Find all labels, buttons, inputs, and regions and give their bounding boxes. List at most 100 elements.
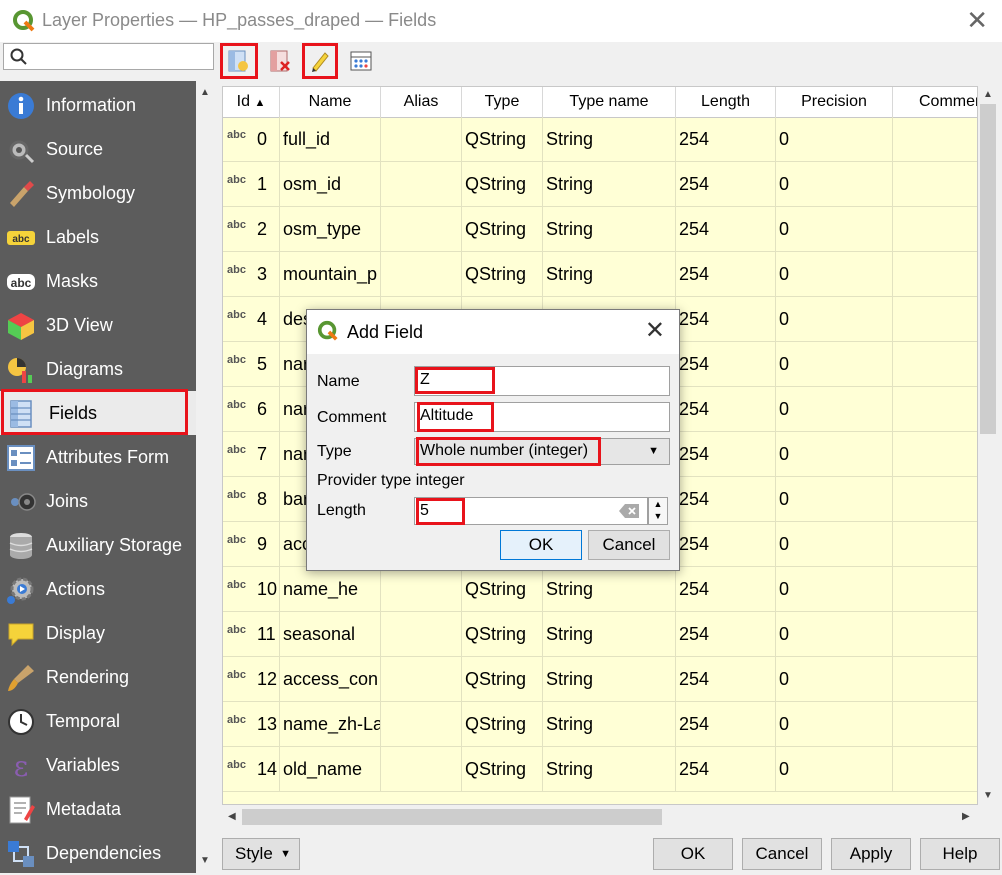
table-cell-type[interactable]: QString	[462, 612, 543, 657]
sidebar-item-information[interactable]: Information	[0, 83, 196, 127]
sidebar-item-3d-view[interactable]: 3D View	[0, 303, 196, 347]
table-cell-id[interactable]: abc 7	[223, 432, 280, 477]
table-cell-comment[interactable]	[893, 522, 977, 567]
table-cell-precision[interactable]: 0	[776, 432, 893, 477]
table-cell-precision[interactable]: 0	[776, 567, 893, 612]
style-button[interactable]: Style ▼	[222, 838, 300, 870]
table-cell-length[interactable]: 254	[676, 612, 776, 657]
scroll-thumb[interactable]	[242, 809, 662, 825]
table-cell-precision[interactable]: 0	[776, 387, 893, 432]
table-cell-precision[interactable]: 0	[776, 477, 893, 522]
table-cell-length[interactable]: 254	[676, 297, 776, 342]
table-cell-name[interactable]: osm_type	[280, 207, 381, 252]
table-cell-comment[interactable]	[893, 387, 977, 432]
sidebar-item-attributes-form[interactable]: Attributes Form	[0, 435, 196, 479]
table-cell-id[interactable]: abc 9	[223, 522, 280, 567]
table-cell-alias[interactable]	[381, 252, 462, 297]
table-cell-alias[interactable]	[381, 747, 462, 792]
table-cell-type-name[interactable]: String	[543, 162, 676, 207]
table-cell-id[interactable]: abc 13	[223, 702, 280, 747]
table-row[interactable]: abc 2 osm_type QString String 254 0	[223, 207, 977, 252]
scroll-right-arrow-icon[interactable]: ▶	[962, 811, 970, 822]
table-cell-precision[interactable]: 0	[776, 297, 893, 342]
sidebar-item-rendering[interactable]: Rendering	[0, 655, 196, 699]
table-cell-name[interactable]: seasonal	[280, 612, 381, 657]
table-cell-type[interactable]: QString	[462, 702, 543, 747]
clear-icon[interactable]	[619, 504, 639, 518]
ok-button[interactable]: OK	[653, 838, 733, 870]
table-cell-id[interactable]: abc 4	[223, 297, 280, 342]
scroll-up-arrow-icon[interactable]: ▲	[200, 87, 210, 98]
field-calculator-button[interactable]	[345, 45, 377, 77]
length-spin-arrows[interactable]: ▲ ▼	[648, 497, 668, 525]
table-cell-alias[interactable]	[381, 702, 462, 747]
table-cell-name[interactable]: osm_id	[280, 162, 381, 207]
table-cell-id[interactable]: abc 0	[223, 117, 280, 162]
table-cell-id[interactable]: abc 10	[223, 567, 280, 612]
table-cell-length[interactable]: 254	[676, 702, 776, 747]
search-input[interactable]	[3, 43, 214, 70]
close-icon[interactable]: ✕	[966, 6, 988, 34]
table-cell-precision[interactable]: 0	[776, 522, 893, 567]
table-cell-type-name[interactable]: String	[543, 207, 676, 252]
sidebar-item-auxiliary-storage[interactable]: Auxiliary Storage	[0, 523, 196, 567]
table-cell-precision[interactable]: 0	[776, 702, 893, 747]
table-cell-alias[interactable]	[381, 162, 462, 207]
sidebar-item-fields[interactable]: Fields	[0, 391, 196, 435]
table-cell-length[interactable]: 254	[676, 162, 776, 207]
table-cell-length[interactable]: 254	[676, 342, 776, 387]
table-cell-precision[interactable]: 0	[776, 612, 893, 657]
table-row[interactable]: abc 11 seasonal QString String 254 0	[223, 612, 977, 657]
name-field[interactable]: Z	[414, 366, 670, 396]
table-cell-type[interactable]: QString	[462, 747, 543, 792]
table-cell-alias[interactable]	[381, 207, 462, 252]
sidebar-item-diagrams[interactable]: Diagrams	[0, 347, 196, 391]
table-cell-id[interactable]: abc 1	[223, 162, 280, 207]
table-cell-length[interactable]: 254	[676, 657, 776, 702]
table-cell-precision[interactable]: 0	[776, 252, 893, 297]
column-header-name[interactable]: Name	[280, 87, 381, 117]
table-cell-type-name[interactable]: String	[543, 117, 676, 162]
column-header-precision[interactable]: Precision	[776, 87, 893, 117]
spin-up-icon[interactable]: ▲	[654, 499, 663, 509]
table-cell-comment[interactable]	[893, 702, 977, 747]
scroll-up-arrow-icon[interactable]: ▲	[983, 89, 993, 100]
column-header-length[interactable]: Length	[676, 87, 776, 117]
sidebar-item-symbology[interactable]: Symbology	[0, 171, 196, 215]
scroll-left-arrow-icon[interactable]: ◀	[228, 811, 236, 822]
table-vertical-scrollbar[interactable]: ▲ ▼	[978, 86, 998, 805]
table-cell-length[interactable]: 254	[676, 432, 776, 477]
table-cell-id[interactable]: abc 12	[223, 657, 280, 702]
scroll-thumb[interactable]	[980, 104, 996, 434]
sidebar-item-dependencies[interactable]: Dependencies	[0, 831, 196, 875]
column-header-alias[interactable]: Alias	[381, 87, 462, 117]
sidebar-scrollbar[interactable]: ▲ ▼	[196, 81, 216, 873]
type-select[interactable]: Whole number (integer) ▼	[414, 438, 670, 465]
cancel-button[interactable]: Cancel	[742, 838, 822, 870]
table-cell-length[interactable]: 254	[676, 207, 776, 252]
table-cell-type-name[interactable]: String	[543, 252, 676, 297]
scroll-down-arrow-icon[interactable]: ▼	[983, 790, 993, 801]
table-cell-alias[interactable]	[381, 567, 462, 612]
table-cell-precision[interactable]: 0	[776, 657, 893, 702]
table-cell-id[interactable]: abc 14	[223, 747, 280, 792]
sidebar-item-variables[interactable]: ε Variables	[0, 743, 196, 787]
table-cell-type-name[interactable]: String	[543, 702, 676, 747]
table-cell-comment[interactable]	[893, 432, 977, 477]
table-cell-name[interactable]: full_id	[280, 117, 381, 162]
spin-down-icon[interactable]: ▼	[654, 511, 663, 521]
comment-field[interactable]: Altitude	[414, 402, 670, 432]
dialog-ok-button[interactable]: OK	[500, 530, 582, 560]
table-cell-type[interactable]: QString	[462, 252, 543, 297]
new-field-button[interactable]	[222, 45, 254, 77]
column-header-id[interactable]: Id ▲	[223, 87, 280, 117]
table-cell-id[interactable]: abc 8	[223, 477, 280, 522]
table-cell-comment[interactable]	[893, 252, 977, 297]
table-cell-type-name[interactable]: String	[543, 612, 676, 657]
table-row[interactable]: abc 10 name_he QString String 254 0	[223, 567, 977, 612]
table-cell-comment[interactable]	[893, 342, 977, 387]
table-cell-length[interactable]: 254	[676, 567, 776, 612]
table-cell-comment[interactable]	[893, 477, 977, 522]
table-cell-id[interactable]: abc 11	[223, 612, 280, 657]
apply-button[interactable]: Apply	[831, 838, 911, 870]
